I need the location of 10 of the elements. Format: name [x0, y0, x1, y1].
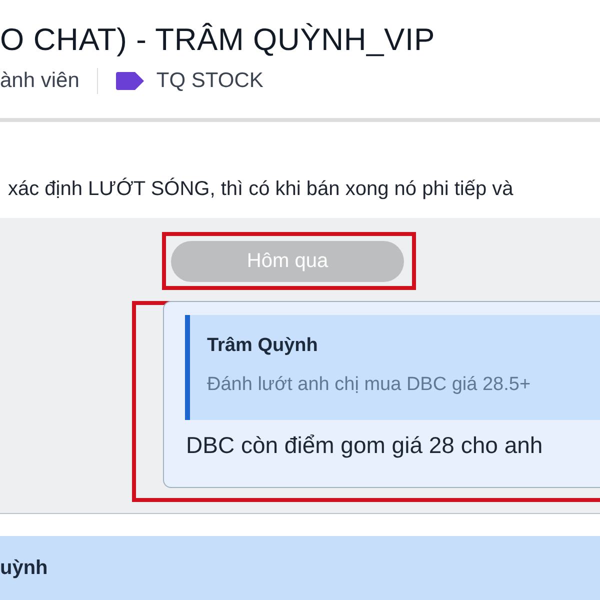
- member-count[interactable]: ành viên: [0, 69, 80, 93]
- pinned-message-text: xác định LƯỚT SÓNG, thì có khi bán xong nó phi tiếp và: [8, 178, 514, 200]
- date-divider: Hôm qua: [171, 241, 404, 282]
- quote-author: Trâm Quỳnh: [207, 335, 318, 356]
- reply-author: uỳnh: [0, 557, 48, 579]
- chat-title: O CHAT) - TRÂM QUỲNH_VIP: [0, 22, 435, 58]
- quote-text: Đánh lướt anh chị mua DBC giá 28.5+: [207, 374, 531, 395]
- tag-label: TQ STOCK: [156, 69, 264, 93]
- message-text: DBC còn điểm gom giá 28 cho anh: [186, 432, 543, 458]
- quoted-message[interactable]: Trâm Quỳnh Đánh lướt anh chị mua DBC giá 28.5+: [185, 315, 600, 420]
